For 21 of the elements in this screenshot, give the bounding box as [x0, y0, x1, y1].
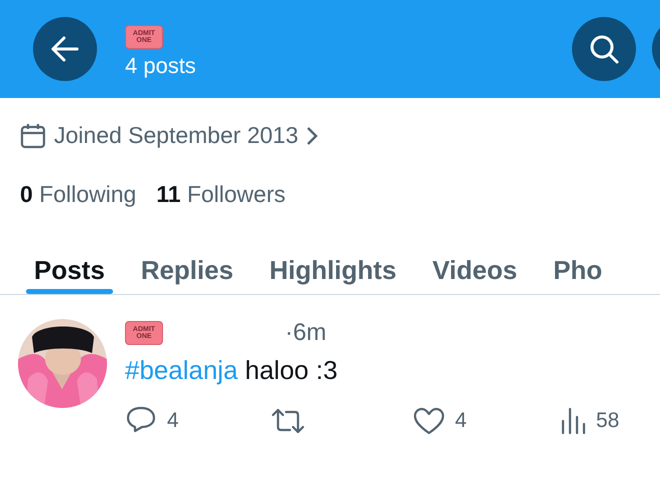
action-count: 4	[455, 409, 467, 433]
profile-tab[interactable]: Posts	[0, 234, 123, 294]
post-count: 4 posts	[125, 53, 197, 79]
following-link[interactable]: 0 Following	[20, 181, 136, 208]
action-count: 4	[167, 409, 179, 433]
search-icon	[588, 33, 620, 65]
profile-tab[interactable]: Replies	[122, 234, 252, 294]
views-icon[interactable]	[560, 407, 586, 435]
action-count: 58	[596, 409, 620, 433]
post-text: #bealanja haloo :3	[125, 355, 339, 386]
back-arrow-icon	[51, 36, 79, 62]
joined-date: Joined September 2013	[54, 122, 298, 149]
profile-tab[interactable]: Videos	[414, 234, 536, 294]
repost-icon[interactable]	[270, 407, 306, 435]
calendar-icon	[20, 122, 46, 148]
profile-tab[interactable]: Highlights	[251, 234, 414, 294]
followers-link[interactable]: 11 Followers	[156, 181, 286, 208]
heart-icon[interactable]	[413, 407, 445, 435]
profile-tab[interactable]: Pho	[535, 234, 620, 294]
chevron-icon[interactable]	[306, 126, 318, 146]
post-time: ·6m	[285, 319, 326, 347]
